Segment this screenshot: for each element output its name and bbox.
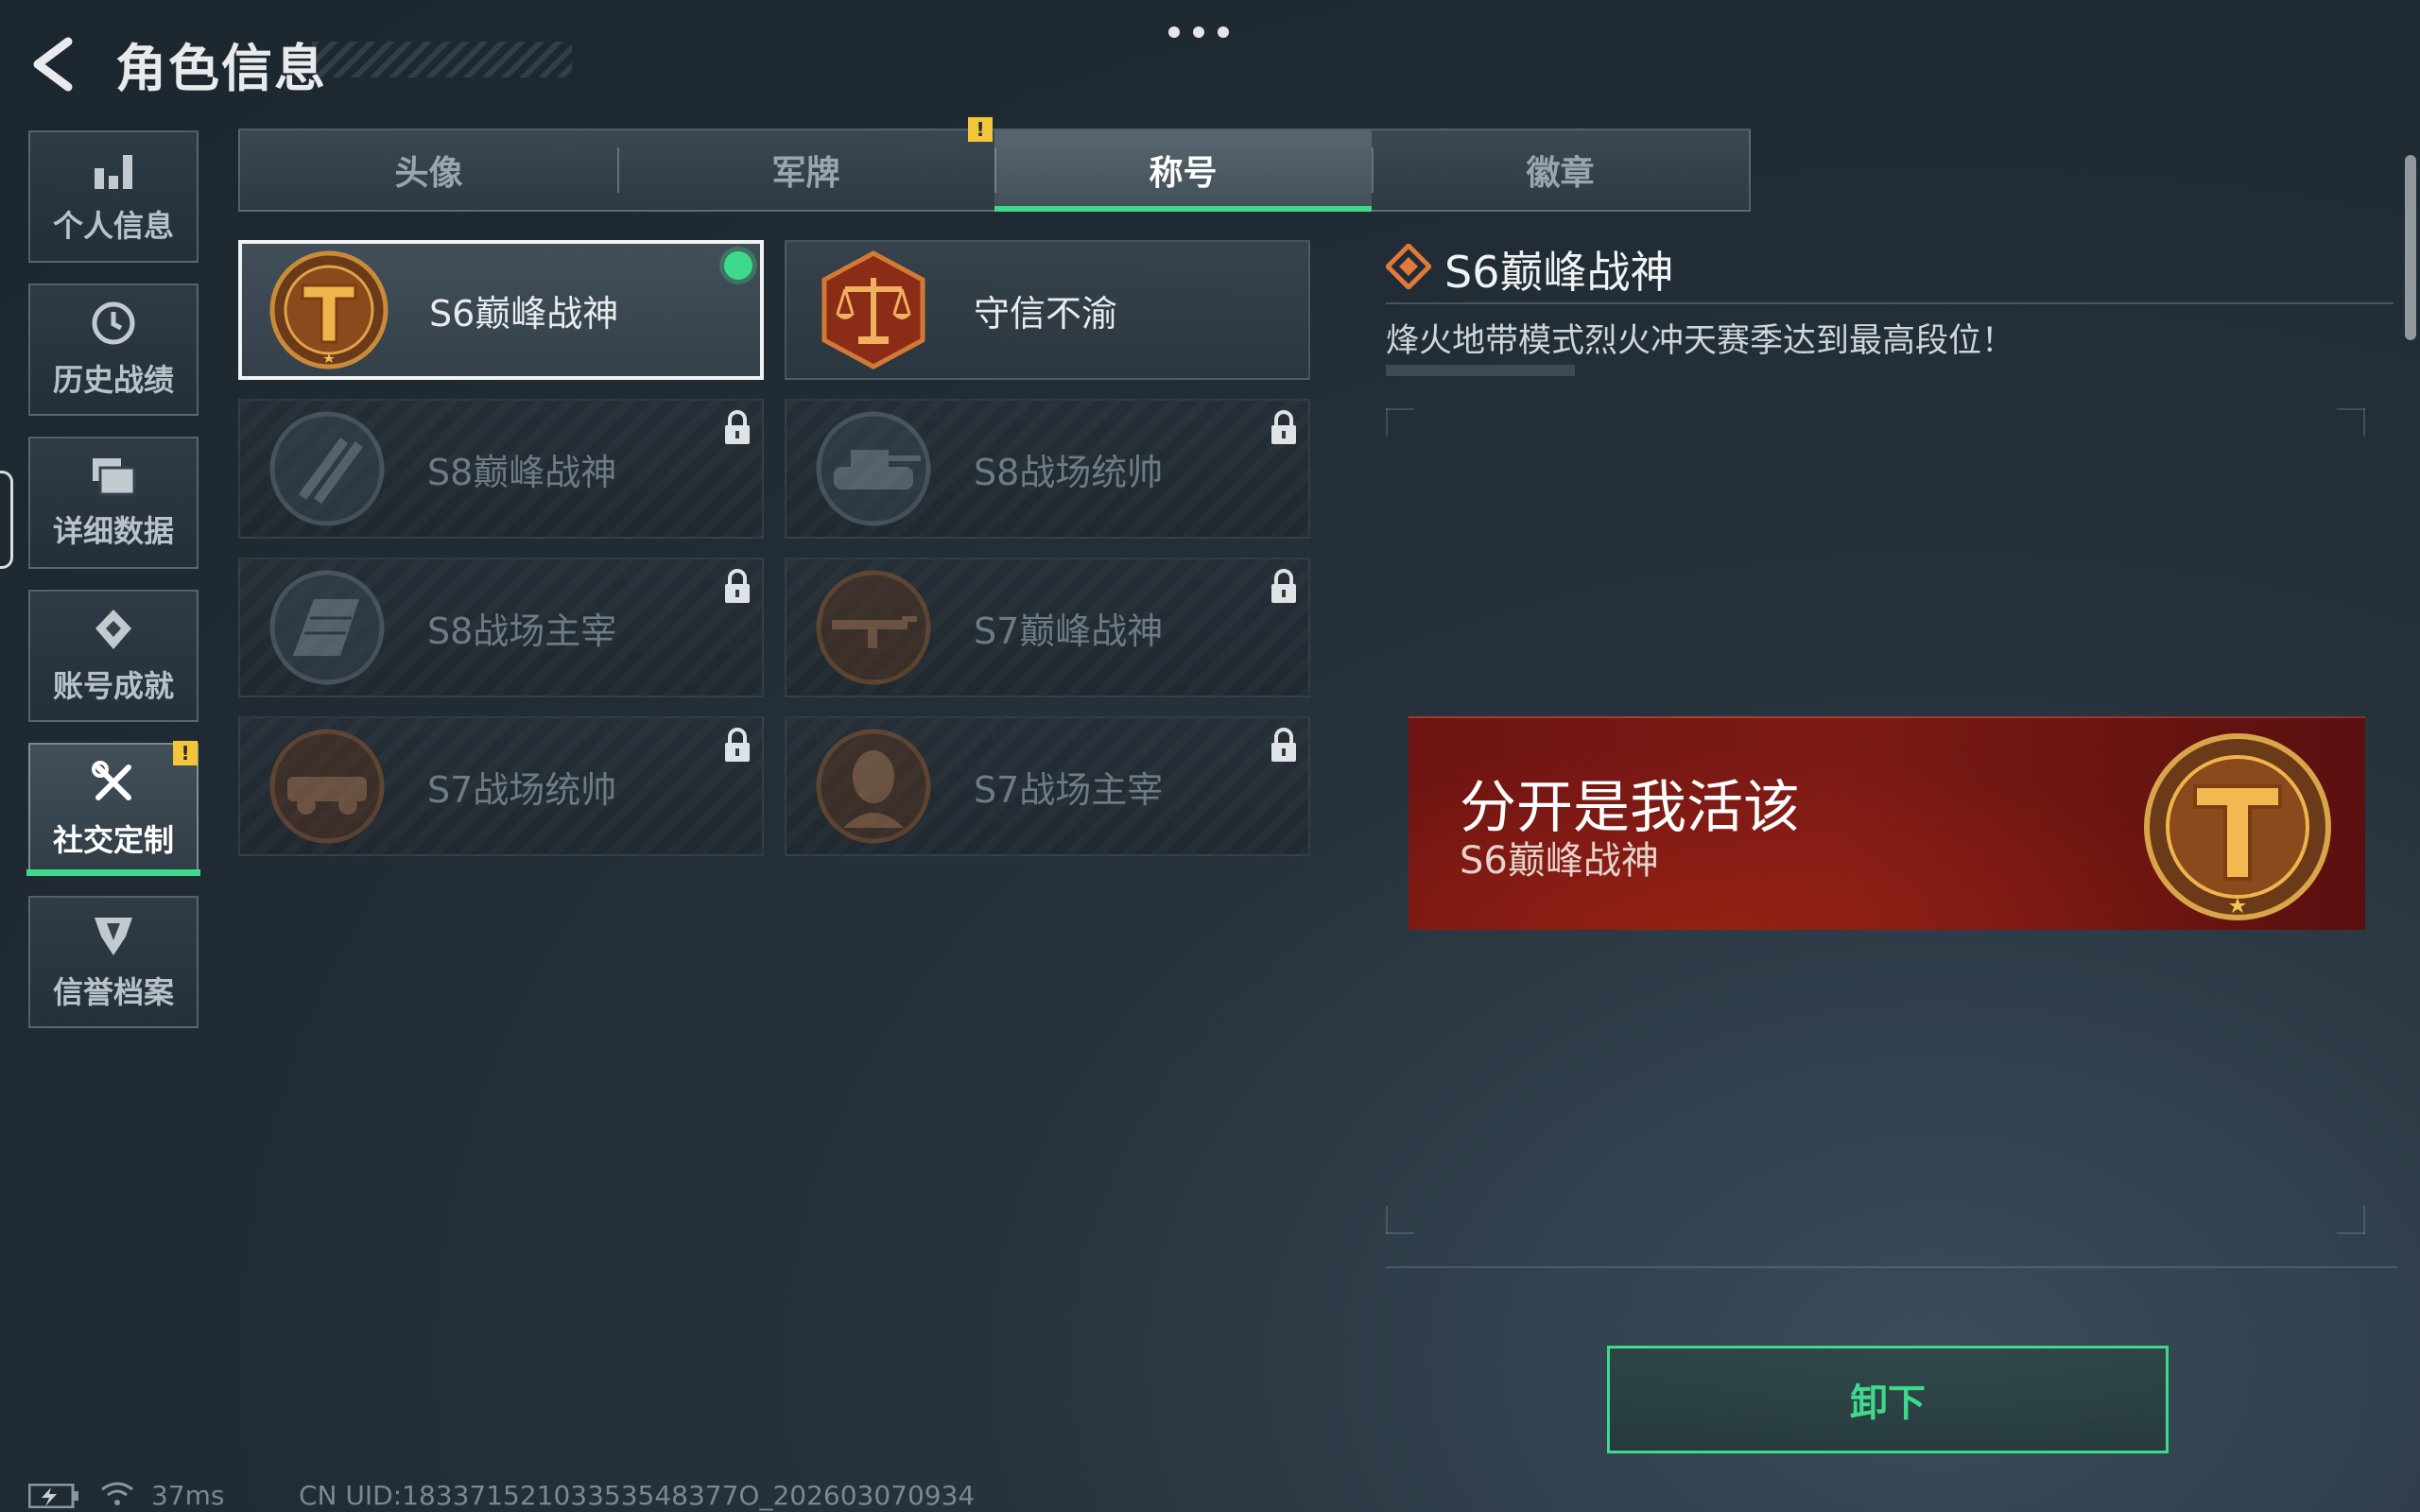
divider [1386, 302, 2394, 304]
lock-icon [725, 728, 750, 762]
sidebar-item-details[interactable]: 详细数据 [28, 437, 199, 569]
title-card[interactable]: S8战场统帅 [785, 399, 1310, 539]
lock-icon [1271, 410, 1296, 444]
frame-corner [2363, 408, 2365, 437]
page-title: 角色信息 [115, 39, 327, 98]
sidebar-item-achievements[interactable]: 账号成就 [28, 590, 199, 722]
lock-icon [725, 569, 750, 603]
building-emblem-icon [269, 570, 385, 685]
sidebar-item-label: 信誉档案 [52, 974, 174, 1010]
uid-text: CN UID:18337152103353548377O_20260307093… [299, 1480, 976, 1511]
title-card[interactable]: S7战场主宰 [785, 716, 1310, 856]
sidebar-item-label: 历史战绩 [52, 362, 174, 398]
tank-emblem-icon [816, 411, 931, 526]
tab-title[interactable]: 称号 [994, 130, 1372, 212]
lock-icon [725, 410, 750, 444]
equipped-indicator [724, 251, 752, 280]
frame-corner [2363, 1206, 2365, 1234]
title-card[interactable]: S7巅峰战神 [785, 558, 1310, 697]
lock-icon [1271, 569, 1296, 603]
frame-corner [1386, 408, 1388, 437]
tab-avatar[interactable]: 头像 [240, 130, 617, 210]
divider [1386, 1266, 2397, 1268]
sidebar-item-label: 个人信息 [52, 208, 174, 244]
unequip-button[interactable]: 卸下 [1607, 1346, 2169, 1453]
frame-corner [2337, 408, 2365, 410]
slash-emblem-icon [269, 411, 385, 526]
sidebar-item-label: 社交定制 [52, 822, 174, 858]
golden-t-emblem-icon [269, 250, 389, 369]
warning-badge: ! [968, 117, 993, 142]
preview-title: S6巅峰战神 [1460, 839, 1659, 883]
sidebar-item-credit[interactable]: 信誉档案 [28, 896, 199, 1028]
sidebar-item-label: 账号成就 [52, 668, 174, 704]
category-tabs: 头像 军牌 称号 徽章 [238, 129, 1751, 212]
vehicle-emblem-icon [269, 729, 385, 844]
title-name: S8战场统帅 [974, 451, 1164, 493]
credit-shield-icon [95, 918, 132, 955]
tools-icon [92, 761, 131, 800]
decoration-bar [1386, 365, 1575, 376]
title-name: S7巅峰战神 [974, 610, 1164, 652]
frame-corner [1386, 1232, 1414, 1234]
title-name: 守信不渝 [974, 292, 1118, 335]
warning-badge: ! [173, 741, 198, 765]
history-clock-icon [92, 301, 135, 345]
frame-corner [2337, 1232, 2365, 1234]
title-name: S7战场统帅 [427, 768, 617, 811]
sidebar-item-profile[interactable]: 个人信息 [28, 130, 199, 263]
side-pull-handle[interactable] [0, 471, 13, 569]
title-name: S8巅峰战神 [427, 451, 617, 493]
title-name: S7战场主宰 [974, 768, 1164, 811]
folder-icon [93, 458, 136, 496]
soldier-emblem-icon [816, 729, 931, 844]
frame-corner [1386, 1206, 1388, 1234]
title-card[interactable]: 守信不渝 [785, 240, 1310, 380]
more-options-icon[interactable] [1168, 26, 1229, 38]
title-decoration [312, 42, 572, 77]
golden-t-emblem-icon [2144, 733, 2331, 920]
rifle-emblem-icon [816, 570, 931, 685]
back-arrow-icon[interactable] [26, 36, 83, 93]
detail-title: S6巅峰战神 [1444, 247, 1674, 298]
ping-value: 37ms [151, 1480, 225, 1511]
tab-badge[interactable]: 徽章 [1372, 130, 1749, 210]
lock-icon [1271, 728, 1296, 762]
scales-emblem-icon [821, 250, 925, 369]
bar-chart-icon [95, 155, 132, 189]
wifi-icon [101, 1482, 133, 1505]
title-card[interactable]: S8战场主宰 [238, 558, 764, 697]
diamond-icon [1386, 244, 1431, 289]
title-card[interactable]: S6巅峰战神 [238, 240, 764, 380]
active-indicator [26, 869, 200, 876]
title-card[interactable]: S8巅峰战神 [238, 399, 764, 539]
title-card[interactable]: S7战场统帅 [238, 716, 764, 856]
scrollbar[interactable] [2405, 155, 2416, 340]
title-name: S6巅峰战神 [429, 292, 619, 335]
detail-description: 烽火地带模式烈火冲天赛季达到最高段位！ [1386, 322, 2015, 360]
sidebar-item-label: 详细数据 [52, 513, 174, 549]
sidebar-item-history[interactable]: 历史战绩 [28, 284, 199, 416]
frame-corner [1386, 408, 1414, 410]
title-name: S8战场主宰 [427, 610, 617, 652]
achievement-icon [95, 610, 131, 649]
tab-dogtag[interactable]: 军牌 [617, 130, 994, 210]
battery-icon [28, 1484, 78, 1508]
